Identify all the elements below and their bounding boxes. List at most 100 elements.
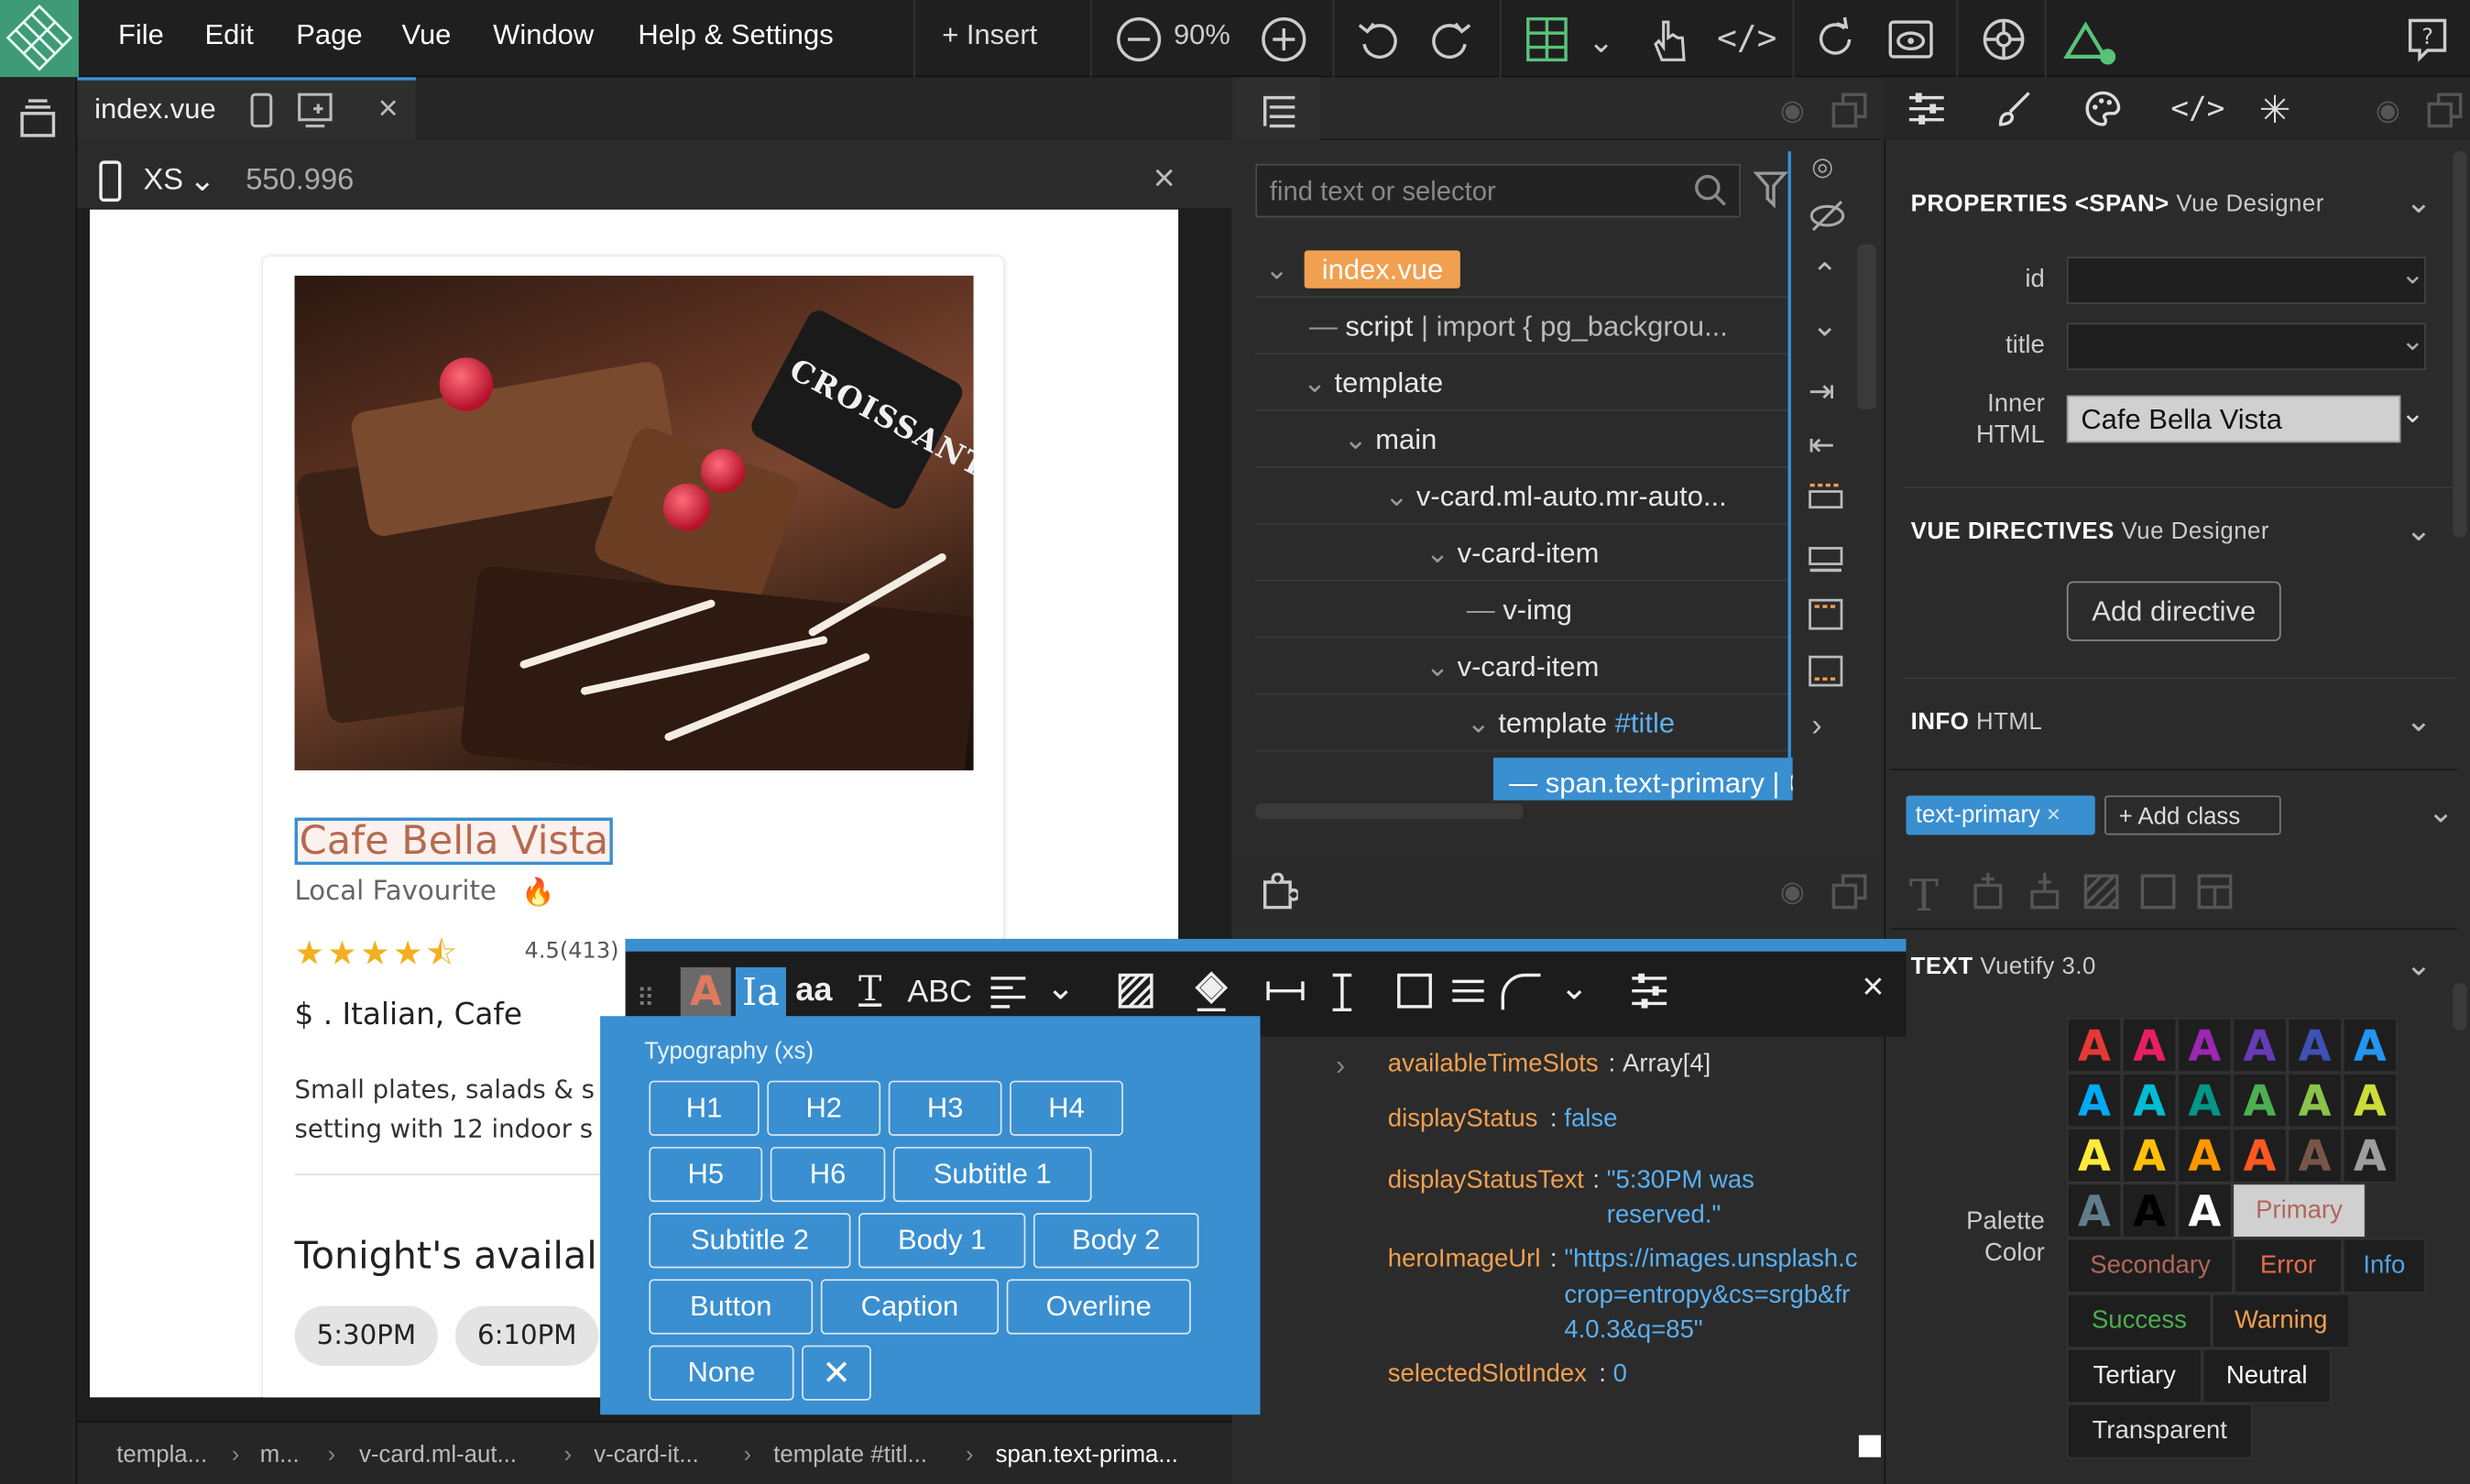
time-slot-chip[interactable]: 5:30PM — [294, 1305, 439, 1366]
filter-icon[interactable] — [1753, 164, 1788, 219]
border-box-icon[interactable] — [1395, 972, 1433, 1018]
chevron-down-icon[interactable]: ⌄ — [2406, 510, 2432, 550]
insert-button[interactable]: + Insert — [942, 19, 1037, 52]
palette-swatch[interactable]: A — [2177, 1017, 2233, 1074]
palette-color-success[interactable]: Success — [2066, 1293, 2213, 1349]
background-pattern-icon[interactable] — [1117, 972, 1154, 1018]
palette-swatch[interactable]: A — [2066, 1128, 2123, 1184]
sliders-icon[interactable] — [1906, 88, 1947, 136]
palette-swatch[interactable]: A — [2232, 1128, 2288, 1184]
device-width-input[interactable]: 550.996 — [246, 164, 355, 199]
data-key[interactable]: displayStatus — [1388, 1106, 1538, 1134]
data-key[interactable]: displayStatusText — [1388, 1167, 1584, 1195]
palette-swatch[interactable]: A — [2287, 1073, 2343, 1129]
tree-row[interactable]: ⌄ v-card-item — [1255, 528, 1791, 582]
palette-swatch[interactable]: A — [2177, 1128, 2233, 1184]
tree-row[interactable]: ⌄ template — [1255, 357, 1791, 411]
class-chip[interactable]: text-primary × — [1906, 795, 2095, 835]
visibility-eye-icon[interactable]: ◉ — [1780, 876, 1805, 909]
breadcrumb-item[interactable]: templa... — [116, 1442, 207, 1468]
layout-icon[interactable] — [2196, 873, 2234, 919]
tree-scrollbar[interactable] — [1255, 803, 1524, 820]
chevron-down-icon[interactable]: ⌄ — [2406, 182, 2432, 222]
resize-handle[interactable] — [1858, 1435, 1881, 1457]
palette-color-error[interactable]: Error — [2234, 1238, 2343, 1293]
palette-swatch[interactable]: A — [2066, 1073, 2123, 1129]
palette-swatch[interactable]: A — [2342, 1017, 2398, 1074]
palette-color-info[interactable]: Info — [2342, 1238, 2426, 1293]
breadcrumb-item-active[interactable]: span.text-prima... — [996, 1442, 1178, 1468]
sparkle-icon[interactable]: ✳ — [2259, 88, 2291, 134]
tree-row[interactable]: ⌄ v-card-item — [1255, 641, 1791, 695]
fill-color-icon[interactable] — [1193, 969, 1230, 1021]
spacing-icon[interactable] — [1969, 872, 2006, 922]
typo-h5-button[interactable]: H5 — [649, 1146, 763, 1203]
mobile-view-icon[interactable] — [249, 92, 275, 137]
palette-swatch[interactable]: A — [2122, 1128, 2178, 1184]
close-device-icon[interactable]: × — [1153, 158, 1175, 202]
typo-h1-button[interactable]: H1 — [649, 1080, 760, 1136]
chevron-down-icon[interactable]: ⌄ — [1046, 967, 1076, 1009]
more-settings-icon[interactable] — [1629, 970, 1670, 1019]
typo-subtitle1-button[interactable]: Subtitle 1 — [892, 1146, 1092, 1203]
undock-icon[interactable] — [1831, 92, 1868, 137]
time-slot-chip[interactable]: 6:10PM — [454, 1305, 599, 1366]
palette-swatch[interactable]: A — [2232, 1073, 2288, 1129]
brush-icon[interactable] — [1995, 88, 2036, 136]
add-class-button[interactable]: + Add class — [2104, 795, 2281, 835]
data-key[interactable]: availableTimeSlots — [1388, 1051, 1599, 1079]
typo-h2-button[interactable]: H2 — [767, 1080, 881, 1136]
chevron-down-icon[interactable]: ⌄ — [2400, 258, 2424, 291]
move-up-icon[interactable]: ⌃ — [1811, 256, 1838, 295]
expand-chevron-icon[interactable]: › — [1336, 1049, 1345, 1082]
menu-page[interactable]: Page — [296, 19, 362, 52]
border-icon[interactable] — [2139, 873, 2177, 919]
position-icon[interactable] — [2026, 872, 2063, 922]
puzzle-icon[interactable] — [1261, 872, 1300, 919]
menu-help-settings[interactable]: Help & Settings — [638, 19, 833, 52]
palette-swatch[interactable]: A — [2122, 1017, 2178, 1074]
visibility-eye-icon[interactable]: ◉ — [2376, 94, 2400, 127]
breadcrumb-item[interactable]: v-card-it... — [594, 1442, 699, 1468]
title-field[interactable] — [2066, 322, 2426, 371]
card-title[interactable]: Cafe Bella Vista — [294, 817, 614, 866]
breadcrumb-item[interactable]: m... — [260, 1442, 300, 1468]
data-value[interactable]: "https://images.unsplash.c — [1564, 1246, 1860, 1274]
app-logo[interactable] — [0, 0, 79, 78]
typo-clear-button[interactable]: ✕ — [802, 1345, 871, 1401]
typo-body1-button[interactable]: Body 1 — [858, 1213, 1026, 1269]
data-value[interactable]: false — [1564, 1106, 1617, 1134]
vue-status-icon[interactable] — [2063, 19, 2120, 74]
typo-overline-button[interactable]: Overline — [1006, 1279, 1191, 1335]
menu-window[interactable]: Window — [493, 19, 594, 52]
refresh-icon[interactable] — [1811, 16, 1859, 71]
data-key[interactable]: heroImageUrl — [1388, 1246, 1541, 1274]
typo-caption-button[interactable]: Caption — [820, 1279, 1000, 1335]
undock-icon[interactable] — [1831, 873, 1868, 919]
chevron-down-icon[interactable]: ⌄ — [2406, 945, 2432, 985]
data-value[interactable]: "5:30PM was — [1607, 1167, 1754, 1195]
layout-grid-icon[interactable] — [1525, 16, 1568, 71]
palette-color-warning[interactable]: Warning — [2212, 1293, 2351, 1349]
palette-swatch[interactable]: A — [2122, 1183, 2178, 1238]
palette-color-neutral[interactable]: Neutral — [2202, 1348, 2332, 1404]
text-decoration-icon[interactable]: T — [858, 970, 881, 1011]
palette-swatch[interactable]: A — [2066, 1183, 2123, 1238]
palette-swatch[interactable]: A — [2232, 1017, 2288, 1074]
typo-h4-button[interactable]: H4 — [1010, 1080, 1123, 1136]
chevron-down-icon[interactable]: ⌄ — [2406, 701, 2432, 740]
chevron-down-icon[interactable]: ⌄ — [1559, 967, 1589, 1009]
background-icon[interactable] — [2082, 873, 2120, 919]
preview-eye-icon[interactable] — [1887, 16, 1935, 71]
visibility-eye-icon[interactable]: ◉ — [1780, 94, 1805, 127]
close-toolbar-icon[interactable]: × — [1862, 966, 1884, 1009]
typo-subtitle2-button[interactable]: Subtitle 2 — [649, 1213, 851, 1269]
prepend-icon[interactable] — [1809, 598, 1843, 638]
tree-row[interactable]: ⌄ v-card.ml-auto.mr-auto... — [1255, 471, 1791, 525]
indent-icon[interactable]: ⇥ — [1809, 372, 1835, 411]
code-icon[interactable]: </> — [1717, 19, 1776, 57]
move-down-icon[interactable]: ⌄ — [1811, 306, 1838, 345]
typography-style-button[interactable]: A — [680, 966, 731, 1018]
typography-size-icon[interactable]: Ia — [735, 966, 786, 1018]
menu-edit[interactable]: Edit — [205, 19, 254, 52]
